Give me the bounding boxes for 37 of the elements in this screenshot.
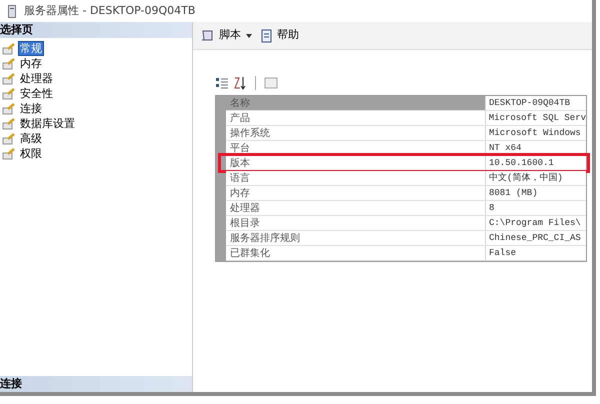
property-value: Chinese_PRC_CI_AS xyxy=(486,231,586,245)
property-value: False xyxy=(486,246,586,260)
sidebar-item[interactable]: 处理器 xyxy=(19,72,54,85)
property-value: 8081 (MB) xyxy=(486,186,586,200)
caret-icon[interactable] xyxy=(245,32,253,38)
sidebar-item[interactable]: 内存 xyxy=(19,57,43,70)
sidebar-item[interactable]: 安全性 xyxy=(19,87,54,100)
property-name[interactable]: 语言 xyxy=(226,171,486,185)
categorized-icon[interactable] xyxy=(215,77,229,89)
window-title: 服务器属性 - DESKTOP-09Q04TB xyxy=(24,2,196,19)
sidebar-item[interactable]: 权限 xyxy=(19,147,43,160)
sidebar-item[interactable]: 数据库设置 xyxy=(19,117,76,130)
document-icon xyxy=(261,28,273,42)
property-value: Microsoft SQL Serv xyxy=(486,111,586,125)
help-button[interactable]: 帮助 xyxy=(261,27,299,44)
property-name[interactable]: 处理器 xyxy=(226,201,486,215)
sidebar-item[interactable]: 连接 xyxy=(19,102,43,115)
sort-icon[interactable] xyxy=(233,76,247,90)
property-value: DESKTOP-09Q04TB xyxy=(486,96,586,110)
sidebar-item[interactable]: 常规 xyxy=(19,42,43,55)
property-name[interactable]: 版本 xyxy=(226,156,486,170)
property-name[interactable]: 根目录 xyxy=(226,216,486,230)
property-name[interactable]: 服务器排序规则 xyxy=(226,231,486,245)
section-header: 选择页 xyxy=(0,22,192,38)
property-name[interactable]: 内存 xyxy=(226,186,486,200)
property-value: 中文(简体，中国) xyxy=(486,171,586,185)
script-button[interactable]: 脚本 xyxy=(201,27,241,44)
section-header: 连接 xyxy=(0,376,192,392)
server-icon xyxy=(8,4,16,18)
sidebar-item[interactable]: 高级 xyxy=(19,132,43,145)
property-name[interactable]: 已群集化 xyxy=(226,246,486,260)
property-value: C:\Program Files\ xyxy=(486,216,586,230)
property-value: 8 xyxy=(486,201,586,215)
property-value: Microsoft Windows xyxy=(486,126,586,140)
property-value: 10.50.1600.1 xyxy=(486,156,586,170)
property-name[interactable]: 操作系统 xyxy=(226,126,486,140)
property-name[interactable]: 产品 xyxy=(226,111,486,125)
